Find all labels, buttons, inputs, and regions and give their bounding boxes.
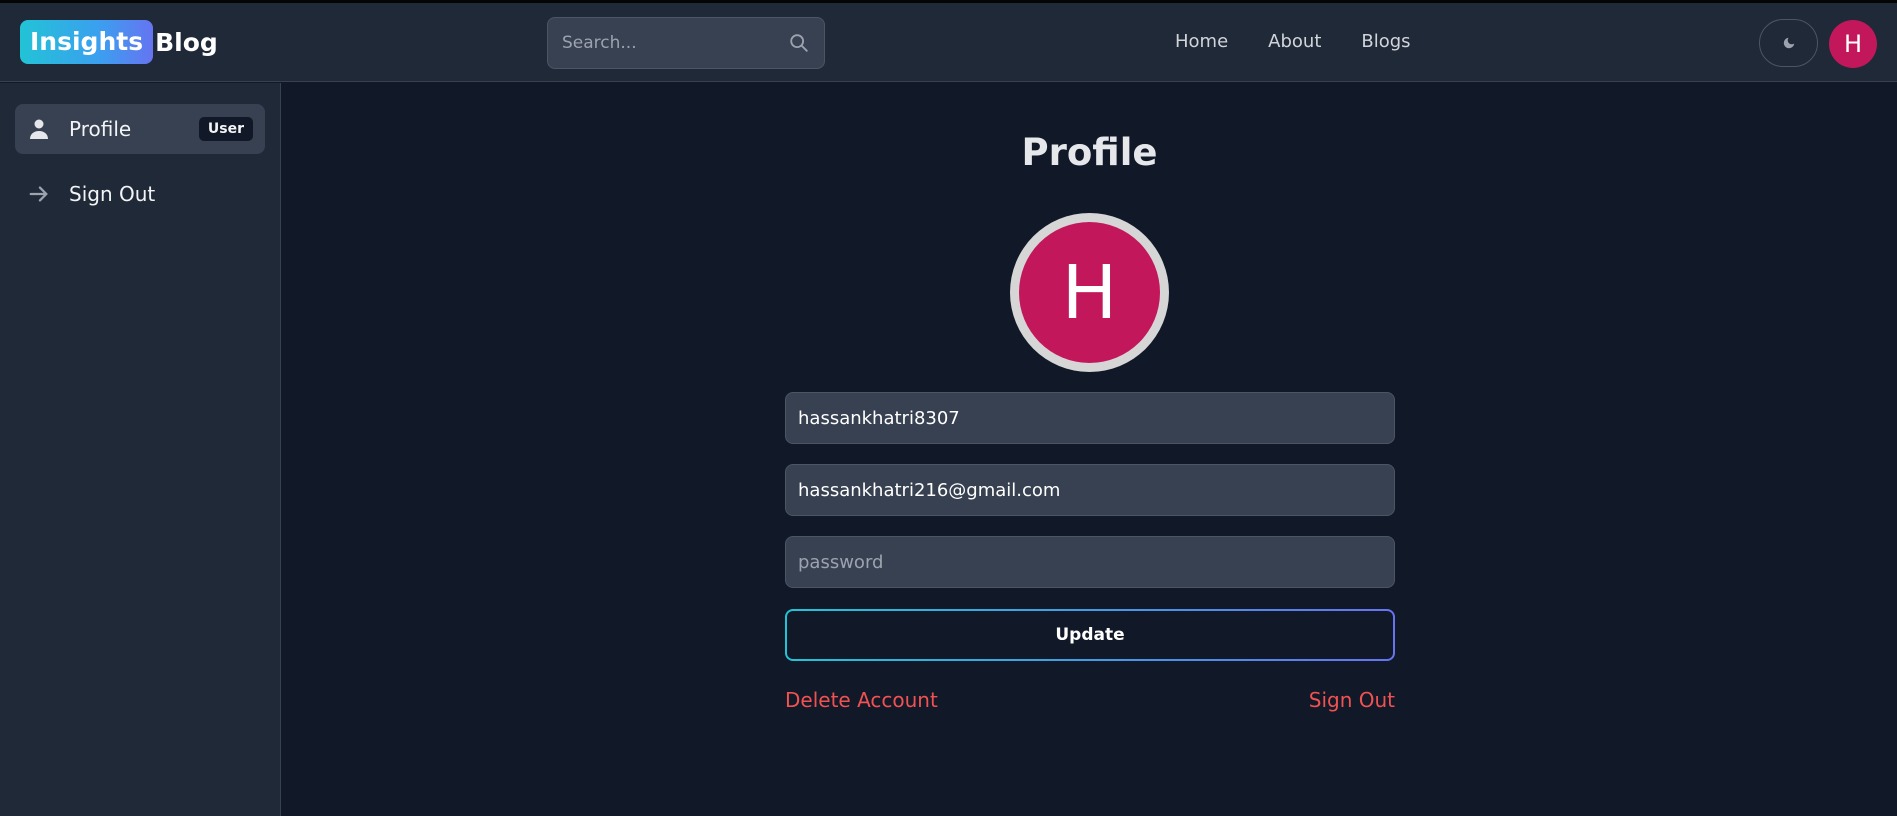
username-field[interactable] [785, 392, 1395, 444]
search-box [547, 17, 825, 69]
email-field[interactable] [785, 464, 1395, 516]
role-badge: User [198, 117, 253, 141]
navbar: Insights Blog Home About Blogs H [0, 3, 1897, 82]
delete-account-link[interactable]: Delete Account [785, 688, 938, 712]
sidebar-item-profile[interactable]: Profile User [15, 104, 265, 154]
user-avatar[interactable]: H [1829, 20, 1877, 68]
profile-avatar[interactable]: H [1010, 213, 1169, 372]
sidebar-item-label: Profile [69, 117, 132, 141]
update-button[interactable]: Update [785, 609, 1395, 661]
brand-text: Blog [155, 27, 218, 57]
brand-badge: Insights [20, 20, 154, 64]
nav-link-home[interactable]: Home [1175, 31, 1228, 52]
search-icon[interactable] [788, 32, 810, 54]
search-input[interactable] [562, 33, 788, 53]
sidebar-item-sign-out[interactable]: Sign Out [15, 169, 265, 219]
nav-link-about[interactable]: About [1268, 31, 1321, 52]
avatar-letter: H [1019, 222, 1160, 363]
brand-logo[interactable]: Insights Blog [20, 20, 218, 64]
sidebar: Profile User Sign Out [0, 83, 281, 816]
nav-link-blogs[interactable]: Blogs [1361, 31, 1410, 52]
nav-links: Home About Blogs [1175, 31, 1411, 52]
user-icon [27, 117, 51, 141]
arrow-right-icon [27, 182, 51, 206]
moon-icon [1783, 37, 1794, 49]
page-title: Profile [1021, 131, 1158, 174]
sign-out-link[interactable]: Sign Out [1309, 688, 1395, 712]
password-field[interactable] [785, 536, 1395, 588]
sidebar-item-label: Sign Out [69, 182, 156, 206]
theme-toggle-button[interactable] [1759, 19, 1818, 67]
